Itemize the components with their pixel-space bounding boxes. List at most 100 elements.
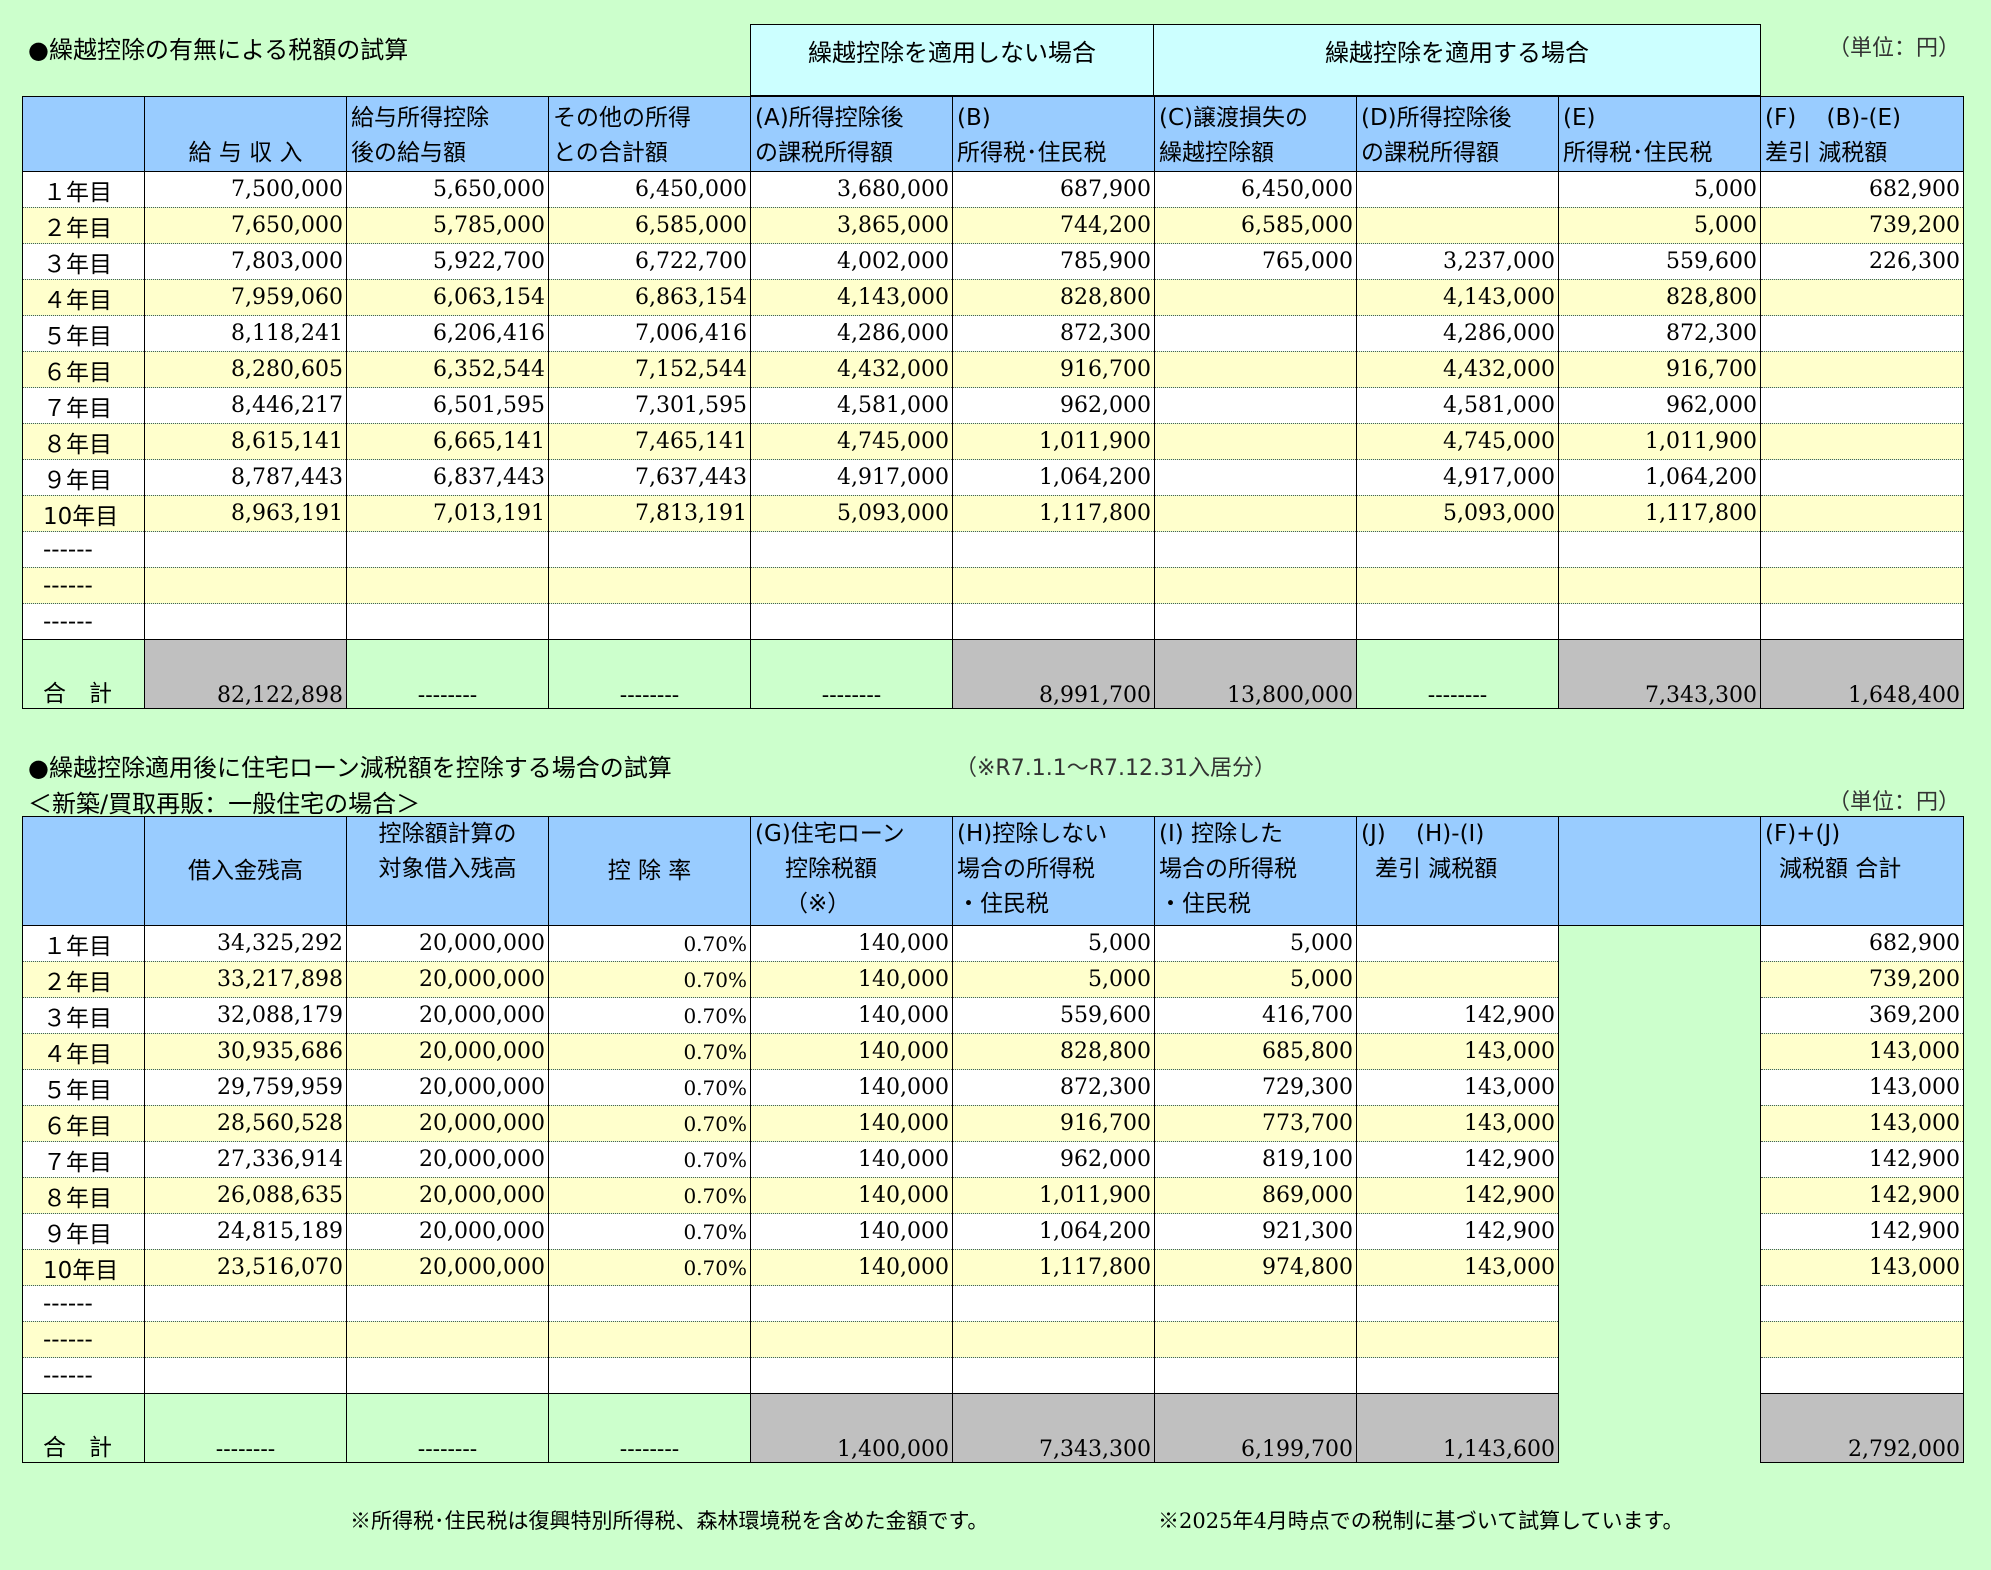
column-header-line: 減税額 合計 <box>1779 856 1902 882</box>
table-cell <box>1558 603 1761 640</box>
table-cell: 872,300 <box>1558 315 1761 352</box>
table-cell: 8,280,605 <box>144 351 347 388</box>
column-header-line: 場合の所得税 <box>957 856 1095 882</box>
table-cell <box>1558 567 1761 604</box>
table-cell: 0.70% <box>548 1105 751 1142</box>
table-cell: 1,117,800 <box>952 495 1155 532</box>
column-header-line: (D)所得控除後 <box>1361 105 1512 131</box>
row-year-label: ９年目 <box>22 459 145 496</box>
header-row: 借入金残高 控除額計算の 対象借入残高 控 除 率 (G)住宅ローン 控除税額 （※） (H)… <box>22 816 1964 926</box>
column-header-line: (A)所得控除後 <box>755 105 904 131</box>
table-cell: 20,000,000 <box>346 961 549 998</box>
spacer-cell <box>1558 1033 1761 1070</box>
table-cell <box>548 1285 751 1322</box>
table-cell: 4,286,000 <box>1356 315 1559 352</box>
table-cell <box>346 1357 549 1394</box>
table-cell: 869,000 <box>1154 1177 1357 1214</box>
table-cell <box>144 603 347 640</box>
table-cell <box>144 567 347 604</box>
column-header-6: (I) 控除した 場合の所得税 ・住民税 <box>1154 816 1357 926</box>
table-cell: 916,700 <box>952 351 1155 388</box>
table-cell <box>750 1321 953 1358</box>
table-cell <box>1760 603 1964 640</box>
table-cell: 20,000,000 <box>346 1249 549 1286</box>
total-row: 合 計 82,122,898 -------- -------- -------- 8,9… <box>22 639 1964 709</box>
table-cell: 8,118,241 <box>144 315 347 352</box>
table-cell: 6,501,595 <box>346 387 549 424</box>
spacer-cell <box>1558 1141 1761 1178</box>
table-cell <box>144 531 347 568</box>
table-cell <box>548 1321 751 1358</box>
table-row: 10年目 23,516,070 20,000,000 0.70% 140,000 1,11… <box>22 1249 1964 1286</box>
column-header-line: 控除税額 <box>785 856 877 882</box>
table-row: ------ <box>22 531 1964 568</box>
table-cell: 4,143,000 <box>750 279 953 316</box>
table-cell: 20,000,000 <box>346 1105 549 1142</box>
table-cell <box>1154 531 1357 568</box>
table-cell: 27,336,914 <box>144 1141 347 1178</box>
table-cell <box>1760 531 1964 568</box>
tax-simulation-sheet: ●繰越控除の有無による税額の試算 繰越控除を適用しない場合 繰越控除を適用する場… <box>0 0 1991 1570</box>
table-cell: 559,600 <box>1558 243 1761 280</box>
column-header-line <box>27 101 140 136</box>
table-cell: 7,959,060 <box>144 279 347 316</box>
column-header-7: (D)所得控除後 の課税所得額 <box>1356 96 1559 172</box>
table-cell: 6,206,416 <box>346 315 549 352</box>
column-header-line: (J) (H)-(I) <box>1361 821 1485 847</box>
table-cell: 5,000 <box>952 925 1155 962</box>
table-cell <box>1760 351 1964 388</box>
table-row: ６年目 28,560,528 20,000,000 0.70% 140,000 916,7… <box>22 1105 1964 1142</box>
table-cell <box>952 1357 1155 1394</box>
table-cell: 765,000 <box>1154 243 1357 280</box>
column-header-3: その他の所得 との合計額 <box>548 96 751 172</box>
table-cell: 7,152,544 <box>548 351 751 388</box>
table-cell: 5,000 <box>1154 925 1357 962</box>
column-header-1: 借入金残高 <box>144 816 347 926</box>
table-row: ------ <box>22 1285 1964 1322</box>
table-cell: 0.70% <box>548 1141 751 1178</box>
spacer-cell <box>1558 1393 1761 1463</box>
table-cell: 7,650,000 <box>144 207 347 244</box>
table-cell: 8,963,191 <box>144 495 347 532</box>
column-header-line: 差引 減税額 <box>1765 140 1888 166</box>
row-year-label: ８年目 <box>22 423 145 460</box>
table-cell <box>1154 1285 1357 1322</box>
row-year-label: １年目 <box>22 171 145 208</box>
table-cell: 7,465,141 <box>548 423 751 460</box>
table-cell: 20,000,000 <box>346 925 549 962</box>
table-cell: 739,200 <box>1760 207 1964 244</box>
table-cell <box>548 1357 751 1394</box>
table-cell: 8,446,217 <box>144 387 347 424</box>
column-header-7: (J) (H)-(I) 差引 減税額 <box>1356 816 1559 926</box>
table-row: １年目 34,325,292 20,000,000 0.70% 140,000 5,000… <box>22 925 1964 962</box>
total-cell: 13,800,000 <box>1154 639 1357 709</box>
table-cell: 687,900 <box>952 171 1155 208</box>
table-cell: 819,100 <box>1154 1141 1357 1178</box>
table-cell <box>346 567 549 604</box>
column-header-line: 控除額計算の <box>378 821 517 847</box>
total-cell: 82,122,898 <box>144 639 347 709</box>
table-cell: 1,117,800 <box>1558 495 1761 532</box>
table-row: ------ <box>22 1357 1964 1394</box>
table-cell: 872,300 <box>952 1069 1155 1106</box>
table-cell: 739,200 <box>1760 961 1964 998</box>
table-cell <box>144 1285 347 1322</box>
table-cell: 29,759,959 <box>144 1069 347 1106</box>
table-cell: 4,581,000 <box>1356 387 1559 424</box>
footnote-tax-scope: ※所得税･住民税は復興特別所得税、森林環境税を含めた金額です。 <box>350 1509 989 1533</box>
section2-title: ●繰越控除適用後に住宅ローン減税額を控除する場合の試算 <box>28 754 672 782</box>
table-cell: 5,000 <box>1558 207 1761 244</box>
table-cell <box>1356 961 1559 998</box>
table-cell: 7,803,000 <box>144 243 347 280</box>
row-year-label: ------ <box>22 1321 145 1358</box>
table-cell <box>1356 925 1559 962</box>
table-cell <box>750 1357 953 1394</box>
table-row: ２年目 33,217,898 20,000,000 0.70% 140,000 5,000… <box>22 961 1964 998</box>
column-header-9: (F) (B)-(E) 差引 減税額 <box>1760 96 1964 172</box>
table-cell <box>1760 1357 1964 1394</box>
table-cell: 729,300 <box>1154 1069 1357 1106</box>
table-cell: 143,000 <box>1760 1033 1964 1070</box>
table-row: ９年目 24,815,189 20,000,000 0.70% 140,000 1,064… <box>22 1213 1964 1250</box>
table-cell: 1,011,900 <box>952 1177 1155 1214</box>
table-cell <box>1154 1321 1357 1358</box>
